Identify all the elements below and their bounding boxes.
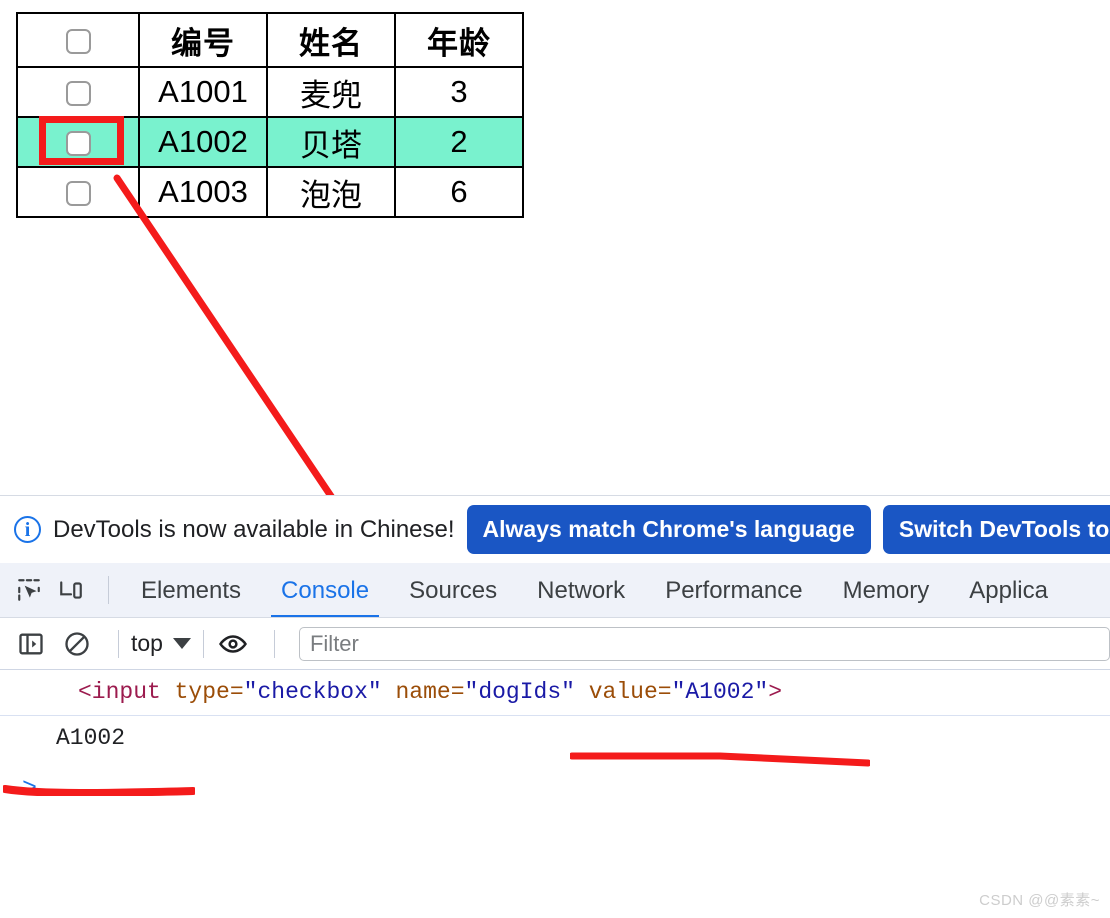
chevron-down-icon [172,638,191,649]
header-cell-id: 编号 [138,12,268,68]
tab-elements[interactable]: Elements [121,563,261,617]
token-attr-name-value: "dogIds" [464,679,575,705]
dogs-table: 编号 姓名 年龄 A1001 麦兜 3 A1002 贝塔 2 A1003 泡泡 … [16,12,524,218]
filter-placeholder: Filter [309,630,359,656]
row-checkbox[interactable] [65,131,91,157]
toolbar-divider [273,629,275,658]
table-row: A1002 贝塔 2 [16,116,524,168]
cell-name: 贝塔 [266,116,396,168]
console-entry-element[interactable]: <input type="checkbox" name="dogIds" val… [0,670,1110,715]
tab-console[interactable]: Console [261,563,389,617]
cell-name: 泡泡 [266,166,396,218]
console-prompt[interactable]: > [22,774,37,803]
select-all-checkbox[interactable] [65,29,91,55]
cell-id: A1003 [138,166,268,218]
console-result-value: A1002 [0,714,1110,761]
cell-age: 3 [394,66,524,118]
cell-name: 麦兜 [266,66,396,118]
toolbar-divider [108,576,109,604]
row-select-cell [16,166,140,218]
console-output: <input type="checkbox" name="dogIds" val… [0,670,1110,908]
table-header: 编号 姓名 年龄 [16,12,524,68]
tab-application[interactable]: Applica [949,563,1068,617]
switch-devtools-language-button[interactable]: Switch DevTools to C [882,505,1110,554]
token-tag-close: > [768,679,782,705]
clear-console-icon[interactable] [60,627,94,661]
console-filter-input[interactable]: Filter [298,626,1110,661]
context-label: top [131,630,163,656]
info-icon: i [14,516,41,543]
token-attr-type-name: type= [160,679,244,705]
table-row: A1001 麦兜 3 [16,66,524,118]
table-row: A1003 泡泡 6 [16,166,524,218]
row-checkbox[interactable] [65,181,91,207]
toolbar-divider [202,629,204,658]
tab-performance[interactable]: Performance [645,563,822,617]
devtools-panel: i DevTools is now available in Chinese! … [0,495,1110,918]
token-attr-value-name: value= [574,679,672,705]
row-checkbox[interactable] [65,81,91,107]
tab-memory[interactable]: Memory [823,563,950,617]
web-page-area: 编号 姓名 年龄 A1001 麦兜 3 A1002 贝塔 2 A1003 泡泡 … [0,0,1110,495]
banner-message: DevTools is now available in Chinese! [53,515,455,543]
cell-id: A1001 [138,66,268,118]
devtools-language-banner: i DevTools is now available in Chinese! … [0,495,1110,563]
screenshot-root: 编号 姓名 年龄 A1001 麦兜 3 A1002 贝塔 2 A1003 泡泡 … [0,0,1110,918]
header-cell-age: 年龄 [394,12,524,68]
table-header-row: 编号 姓名 年龄 [16,12,524,68]
row-select-cell [16,66,140,118]
cell-age: 2 [394,116,524,168]
device-toolbar-icon[interactable] [54,573,88,607]
header-cell-name: 姓名 [266,12,396,68]
inspect-element-icon[interactable] [12,573,46,607]
header-cell-select-all [16,12,140,68]
live-expression-icon[interactable] [216,627,250,661]
javascript-context-selector[interactable]: top [131,630,191,657]
csdn-watermark: CSDN @@素素~ [979,892,1100,909]
token-attr-type-value: "checkbox" [243,679,382,705]
cell-age: 6 [394,166,524,218]
tab-network[interactable]: Network [517,563,645,617]
always-match-language-button[interactable]: Always match Chrome's language [466,505,871,554]
cell-id: A1002 [138,116,268,168]
token-tag-open: <input [78,679,161,705]
console-toolbar: top Filter [0,618,1110,670]
result-text: A1002 [56,724,126,751]
devtools-tabbar: Elements Console Sources Network Perform… [0,563,1110,618]
token-attr-name-name: name= [381,679,465,705]
token-attr-value-value: "A1002" [671,679,769,705]
tab-sources[interactable]: Sources [389,563,517,617]
row-select-cell [16,116,140,168]
console-sidebar-icon[interactable] [14,627,48,661]
table-body: A1001 麦兜 3 A1002 贝塔 2 A1003 泡泡 6 [16,66,524,218]
toolbar-divider [118,629,119,658]
